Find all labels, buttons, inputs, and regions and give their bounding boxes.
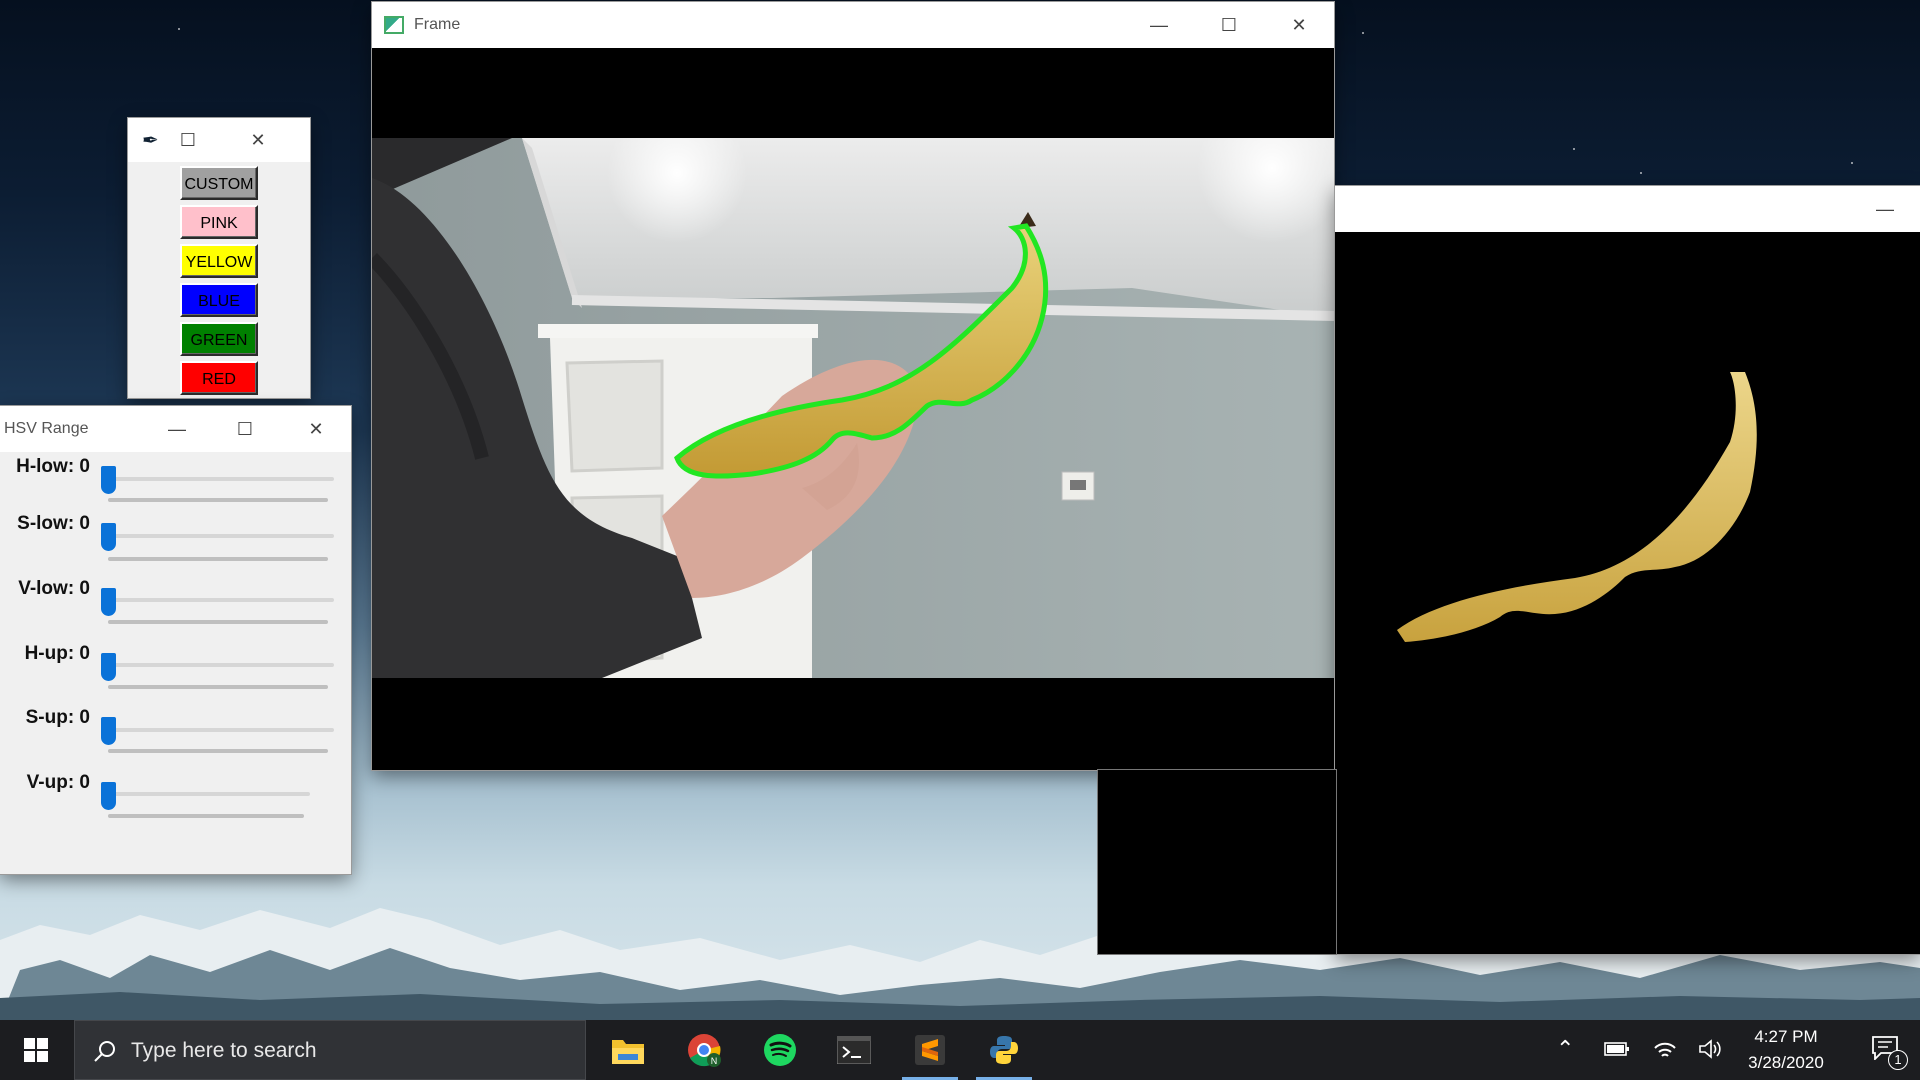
mask-titlebar[interactable]: — bbox=[1335, 186, 1920, 232]
slider-v-up[interactable]: V-up: 0 bbox=[0, 772, 351, 832]
terminal-icon bbox=[837, 1036, 871, 1064]
window-title: Frame bbox=[414, 16, 461, 33]
color-picker-window[interactable]: ✒ ☐ ✕ CUSTOM PINK YELLOW BLUE GREEN RED bbox=[128, 118, 310, 398]
sublime-text-icon bbox=[915, 1035, 945, 1065]
window-title: HSV Range bbox=[4, 420, 89, 437]
slider-bar bbox=[108, 557, 328, 561]
star bbox=[1851, 162, 1853, 164]
slider-thumb[interactable] bbox=[101, 466, 116, 494]
slider-label: S-low: 0 bbox=[17, 513, 90, 534]
volume-icon[interactable] bbox=[1698, 1038, 1724, 1060]
battery-icon[interactable] bbox=[1604, 1040, 1630, 1058]
slider-label: V-up: 0 bbox=[26, 772, 90, 793]
maximize-icon[interactable]: ☐ bbox=[210, 406, 280, 452]
slider-track[interactable] bbox=[108, 792, 310, 796]
maximize-icon[interactable]: ☐ bbox=[1194, 2, 1264, 48]
frame-titlebar[interactable]: Frame — ☐ ✕ bbox=[372, 2, 1334, 48]
slider-bar bbox=[108, 749, 328, 753]
search-placeholder: Type here to search bbox=[131, 1039, 317, 1062]
python-button[interactable] bbox=[972, 1020, 1036, 1080]
custom-color-button[interactable]: CUSTOM bbox=[180, 166, 258, 200]
slider-thumb[interactable] bbox=[101, 717, 116, 745]
chrome-button[interactable]: N bbox=[672, 1020, 736, 1080]
camera-frame-image bbox=[372, 138, 1334, 678]
green-color-button[interactable]: GREEN bbox=[180, 322, 258, 356]
slider-bar bbox=[108, 620, 328, 624]
minimize-icon[interactable]: — bbox=[1850, 186, 1920, 232]
hsv-range-window[interactable]: HSV Range — ☐ ✕ H-low: 0 S-low: 0 V-low:… bbox=[0, 406, 351, 874]
slider-track[interactable] bbox=[108, 598, 334, 602]
python-icon bbox=[990, 1036, 1018, 1064]
slider-v-low[interactable]: V-low: 0 bbox=[0, 578, 351, 638]
minimize-icon[interactable]: — bbox=[142, 406, 212, 452]
slider-h-up[interactable]: H-up: 0 bbox=[0, 643, 351, 703]
close-icon[interactable]: ✕ bbox=[238, 118, 278, 162]
start-button[interactable] bbox=[0, 1020, 72, 1080]
slider-thumb[interactable] bbox=[101, 782, 116, 810]
search-icon bbox=[94, 1041, 115, 1062]
color-titlebar[interactable]: ✒ ☐ ✕ bbox=[128, 118, 310, 162]
feather-icon: ✒ bbox=[142, 129, 159, 152]
maximize-icon[interactable]: ☐ bbox=[168, 118, 208, 162]
mask-window-backing bbox=[1098, 770, 1336, 954]
minimize-icon[interactable]: — bbox=[1124, 2, 1194, 48]
blue-color-button[interactable]: BLUE bbox=[180, 283, 258, 317]
svg-text:N: N bbox=[711, 1056, 718, 1066]
spotify-icon bbox=[764, 1034, 796, 1066]
slider-track[interactable] bbox=[108, 728, 334, 732]
slider-track[interactable] bbox=[108, 663, 334, 667]
slider-label: H-low: 0 bbox=[16, 456, 90, 477]
spotify-button[interactable] bbox=[748, 1020, 812, 1080]
slider-label: S-up: 0 bbox=[25, 707, 90, 728]
file-explorer-button[interactable] bbox=[596, 1020, 660, 1080]
clock-date[interactable]: 3/28/2020 bbox=[1736, 1053, 1836, 1073]
slider-track[interactable] bbox=[108, 534, 334, 538]
red-color-button[interactable]: RED bbox=[180, 361, 258, 395]
mask-window[interactable]: — bbox=[1335, 186, 1920, 954]
frame-window[interactable]: Frame — ☐ ✕ bbox=[372, 2, 1334, 770]
slider-bar bbox=[108, 814, 304, 818]
chevron-up-icon[interactable]: ⌃ bbox=[1556, 1036, 1574, 1062]
chrome-icon: N bbox=[688, 1034, 721, 1067]
wifi-icon[interactable] bbox=[1652, 1036, 1678, 1062]
taskbar-search[interactable]: Type here to search bbox=[74, 1020, 586, 1080]
star bbox=[178, 28, 180, 30]
yellow-color-button[interactable]: YELLOW bbox=[180, 244, 258, 278]
close-icon[interactable]: ✕ bbox=[1264, 2, 1334, 48]
sublime-text-button[interactable] bbox=[898, 1020, 962, 1080]
slider-thumb[interactable] bbox=[101, 523, 116, 551]
taskbar: Type here to search N ⌃ 4:27 PM 3/28/202… bbox=[0, 1020, 1920, 1080]
windows-logo-icon bbox=[24, 1038, 48, 1062]
slider-thumb[interactable] bbox=[101, 588, 116, 616]
clock-time[interactable]: 4:27 PM bbox=[1736, 1027, 1836, 1047]
slider-bar bbox=[108, 685, 328, 689]
close-icon[interactable]: ✕ bbox=[281, 406, 351, 452]
notification-count-badge: 1 bbox=[1888, 1050, 1908, 1070]
terminal-button[interactable] bbox=[822, 1020, 886, 1080]
star bbox=[1573, 148, 1575, 150]
file-explorer-icon bbox=[612, 1040, 644, 1064]
slider-bar bbox=[108, 498, 328, 502]
slider-label: H-up: 0 bbox=[24, 643, 90, 664]
app-icon bbox=[384, 16, 404, 34]
notification-button[interactable]: 1 bbox=[1858, 1020, 1918, 1080]
star bbox=[1640, 172, 1642, 174]
slider-s-low[interactable]: S-low: 0 bbox=[0, 513, 351, 573]
pink-color-button[interactable]: PINK bbox=[180, 205, 258, 239]
hsv-titlebar[interactable]: HSV Range — ☐ ✕ bbox=[0, 406, 351, 452]
slider-track[interactable] bbox=[108, 477, 334, 481]
star bbox=[1362, 32, 1364, 34]
slider-thumb[interactable] bbox=[101, 653, 116, 681]
slider-s-up[interactable]: S-up: 0 bbox=[0, 707, 351, 767]
masked-banana-image bbox=[1397, 372, 1757, 642]
slider-label: V-low: 0 bbox=[18, 578, 90, 599]
slider-h-low[interactable]: H-low: 0 bbox=[0, 456, 351, 516]
